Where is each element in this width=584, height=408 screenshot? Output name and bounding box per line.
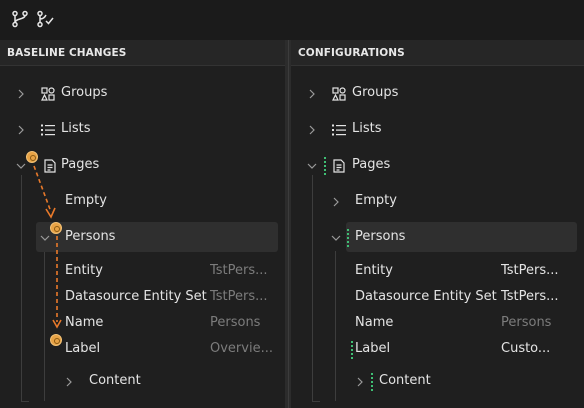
property-name: Datasource Entity Set — [355, 289, 497, 304]
config-indicator — [351, 341, 353, 359]
config-indicator — [371, 373, 373, 391]
tree-item-label: Content — [379, 373, 431, 388]
property-value: Persons — [501, 315, 552, 330]
chevron-right-icon — [355, 377, 365, 387]
groups-icon — [332, 87, 346, 101]
tree-item-label: Empty — [65, 193, 107, 208]
groups-icon — [41, 87, 55, 101]
tree-item-lists[interactable]: Lists — [0, 116, 285, 144]
change-marker-icon[interactable] — [50, 222, 62, 234]
chevron-down-icon — [16, 161, 26, 171]
chevron-right-icon — [307, 89, 317, 99]
tree-item-label: Pages — [61, 157, 100, 172]
toolbar — [0, 0, 584, 38]
property-value: Persons — [210, 315, 261, 330]
tree-item-content[interactable]: Content — [0, 368, 285, 396]
property-name: Name — [355, 315, 394, 330]
change-marker-icon[interactable] — [50, 334, 62, 346]
tree-item-persons[interactable]: Persons — [0, 224, 285, 252]
tree-item-pages[interactable]: Pages — [291, 152, 584, 180]
property-name: Label — [355, 341, 391, 356]
branch-check-icon[interactable] — [35, 9, 55, 29]
chevron-down-icon — [307, 161, 317, 171]
panel-title: CONFIGURATIONS — [291, 40, 584, 66]
config-indicator — [324, 157, 326, 175]
tree-item-label: Groups — [352, 85, 399, 100]
change-marker-icon[interactable] — [26, 151, 38, 163]
page-icon — [43, 159, 57, 173]
property-row[interactable]: Datasource Entity Set TstPers... — [0, 284, 285, 312]
tree-guide — [312, 401, 320, 402]
property-name: Entity — [65, 263, 103, 278]
list-icon — [332, 123, 346, 137]
tree-item-label: Content — [89, 373, 141, 388]
config-indicator — [347, 229, 349, 247]
property-row[interactable]: Label Custo... — [291, 336, 584, 364]
chevron-right-icon — [307, 125, 317, 135]
tree-item-label: Persons — [65, 229, 116, 244]
tree-item-content[interactable]: Content — [291, 368, 584, 396]
tree-guide — [21, 401, 29, 402]
property-row[interactable]: Name Persons — [0, 310, 285, 338]
property-name: Name — [65, 315, 104, 330]
baseline-changes-panel: BASELINE CHANGES Groups Lists Pages Empt… — [0, 40, 285, 408]
tree-item-pages[interactable]: Pages — [0, 152, 285, 180]
configurations-panel: CONFIGURATIONS Groups Lists Pages Empty … — [291, 40, 584, 408]
panel-title: BASELINE CHANGES — [0, 40, 285, 66]
tree-item-label: Empty — [355, 193, 397, 208]
tree-item-empty[interactable]: Empty — [291, 188, 584, 216]
property-value: Overvie... — [210, 341, 272, 356]
tree-item-label: Groups — [61, 85, 108, 100]
tree-item-label: Persons — [355, 229, 406, 244]
property-value: TstPers... — [210, 289, 268, 304]
chevron-right-icon — [16, 89, 26, 99]
property-value: TstPers... — [501, 289, 559, 304]
property-name: Entity — [355, 263, 393, 278]
property-row[interactable]: Entity TstPers... — [0, 258, 285, 286]
tree-item-lists[interactable]: Lists — [291, 116, 584, 144]
tree-item-persons[interactable]: Persons — [291, 224, 584, 252]
chevron-down-icon — [40, 233, 50, 243]
property-name: Datasource Entity Set — [65, 289, 207, 304]
tree-item-label: Pages — [352, 157, 391, 172]
tree-item-label: Lists — [352, 121, 382, 136]
property-row[interactable]: Label Overvie... — [0, 336, 285, 364]
chevron-right-icon — [64, 377, 74, 387]
list-icon — [41, 123, 55, 137]
chevron-right-icon — [16, 125, 26, 135]
tree-item-groups[interactable]: Groups — [0, 80, 285, 108]
branch-icon[interactable] — [10, 9, 30, 29]
property-name: Label — [65, 341, 101, 356]
tree-item-empty[interactable]: Empty — [0, 188, 285, 216]
property-row[interactable]: Name Persons — [291, 310, 584, 338]
chevron-down-icon — [331, 233, 341, 243]
property-value: TstPers... — [210, 263, 268, 278]
tree-item-label: Lists — [61, 121, 91, 136]
property-row[interactable]: Datasource Entity Set TstPers... — [291, 284, 584, 312]
property-row[interactable]: Entity TstPers... — [291, 258, 584, 286]
chevron-right-icon — [331, 197, 341, 207]
property-value: TstPers... — [501, 263, 559, 278]
splitter-line — [288, 40, 289, 408]
tree-item-groups[interactable]: Groups — [291, 80, 584, 108]
property-value: Custo... — [501, 341, 551, 356]
page-icon — [332, 159, 346, 173]
